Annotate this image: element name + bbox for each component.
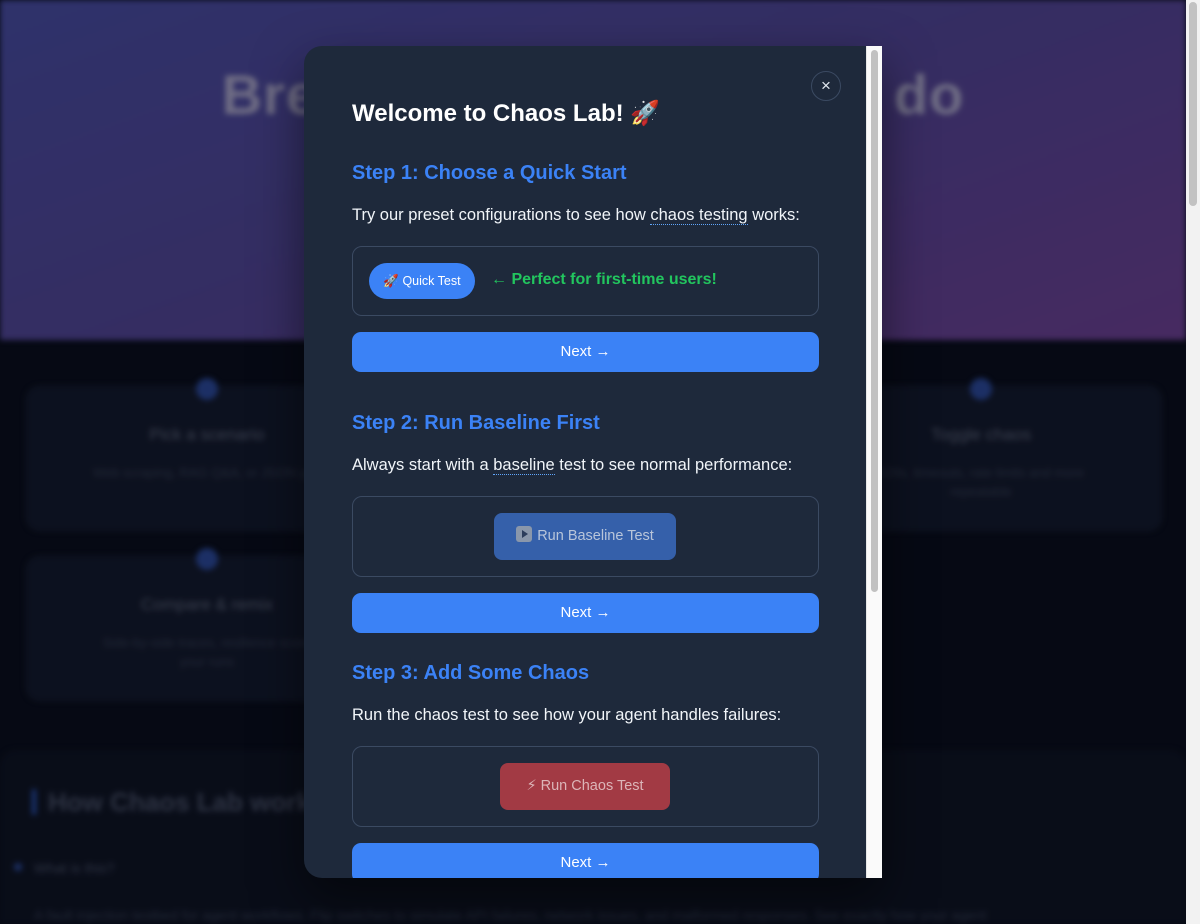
step-3-title: Step 3: Add Some Chaos [352, 662, 590, 684]
modal-title: Welcome to Chaos Lab! 🚀 [352, 100, 661, 127]
step-3-text: Run the chaos test to see how your agent… [352, 706, 782, 724]
page-scrollbar[interactable] [1186, 0, 1200, 924]
chaos-box: ⚡ Run Chaos Test [352, 746, 819, 827]
onboarding-modal: × Welcome to Chaos Lab! 🚀 Step 1: Choose… [304, 46, 882, 878]
step-1-text: Try our preset configurations to see how… [352, 206, 800, 225]
modal-scrollbar-thumb[interactable] [871, 50, 878, 592]
play-icon [516, 526, 533, 542]
chaos-testing-term[interactable]: chaos testing [650, 206, 748, 225]
baseline-box: Run Baseline Test [352, 496, 819, 577]
first-time-hint: ← Perfect for first-time users! [491, 271, 717, 288]
modal-scrollbar[interactable] [866, 46, 882, 878]
step-2-text: Always start with a baseline test to see… [352, 456, 793, 475]
run-baseline-button[interactable]: Run Baseline Test [494, 513, 676, 560]
baseline-term[interactable]: baseline [493, 456, 555, 475]
step-2-title: Step 2: Run Baseline First [352, 412, 600, 434]
step-2-next-button[interactable]: Next → [352, 593, 819, 633]
close-button[interactable]: × [811, 71, 841, 101]
page-scrollbar-thumb[interactable] [1189, 2, 1197, 206]
run-chaos-button[interactable]: ⚡ Run Chaos Test [500, 763, 670, 810]
step-1-title: Step 1: Choose a Quick Start [352, 162, 627, 184]
step-3-next-button[interactable]: Next → [352, 843, 819, 878]
quick-start-box: 🚀 Quick Test ← Perfect for first-time us… [352, 246, 819, 316]
step-1-next-button[interactable]: Next → [352, 332, 819, 372]
quick-test-button[interactable]: 🚀 Quick Test [369, 263, 475, 299]
